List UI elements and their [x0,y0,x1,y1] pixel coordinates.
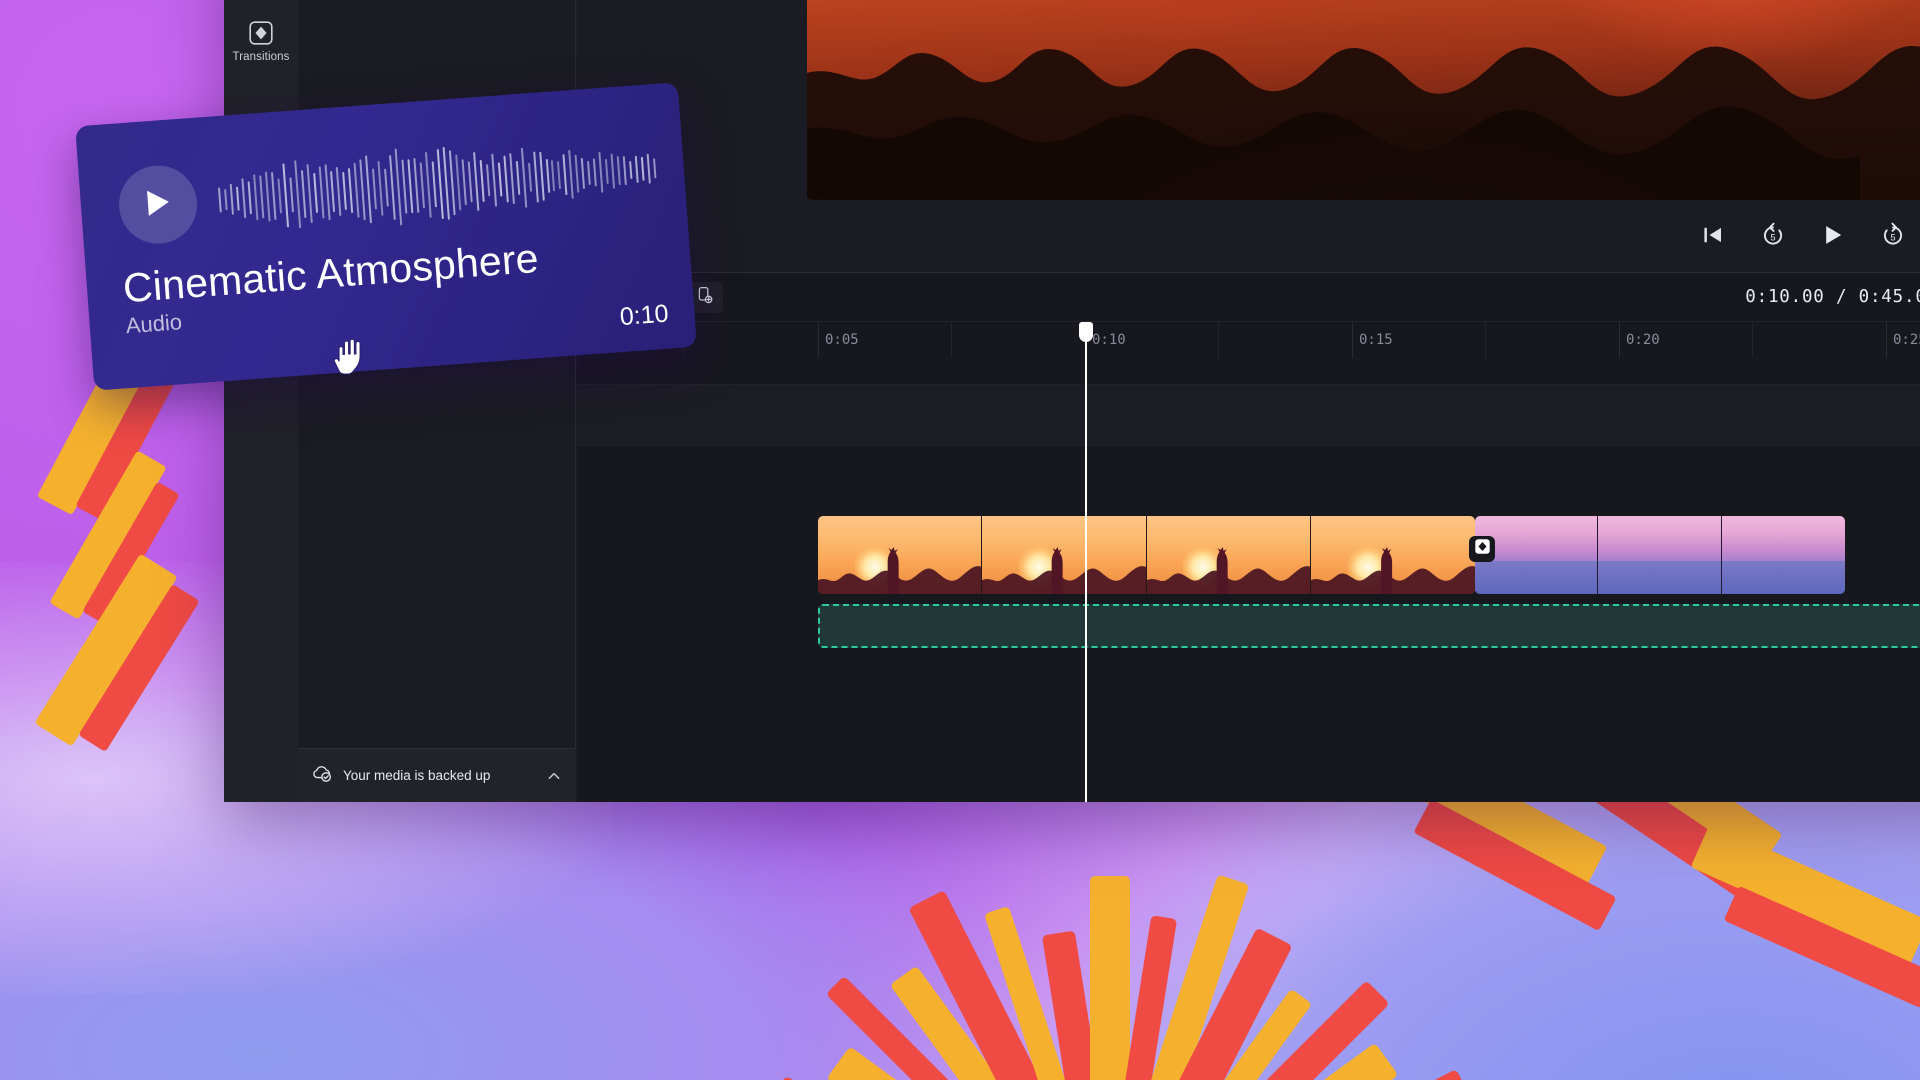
preview-vignette [807,0,1920,200]
forward-5-button[interactable]: 5 [1876,218,1910,252]
ruler-label-2: 0:15 [1359,332,1393,348]
play-icon [143,186,173,223]
playhead-handle[interactable] [1079,322,1093,342]
audio-preview-play-button[interactable] [116,162,200,247]
audio-waveform [216,125,663,243]
preview-video[interactable] [807,0,1920,200]
transitions-icon [248,20,274,46]
transitions-icon [1474,538,1491,560]
timeline-tracks [577,358,1920,802]
ruler-label-1: 0:10 [1092,332,1126,348]
timecode-display: 0:10.00 / 0:45.00 [1745,287,1920,307]
skip-to-start-button[interactable] [1696,218,1730,252]
sidebar-item-label-transitions: Transitions [232,51,290,63]
sidebar-item-transitions[interactable]: Transitions [224,12,298,70]
backup-status-text: Your media is backed up [343,768,491,783]
skip-previous-icon [1702,225,1724,245]
timeline-ruler[interactable]: 0:05 0:10 0:15 0:20 0:25 0:30 [577,322,1920,358]
duplicate-icon [696,286,714,309]
play-button[interactable] [1816,218,1850,252]
ruler-label-3: 0:20 [1626,332,1660,348]
audio-drop-target[interactable] [818,604,1920,648]
audio-card-subtitle: Audio [124,309,183,339]
timeline: 0:10.00 / 0:45.00 0:05 0:10 0:15 0:20 0:… [577,272,1920,802]
rewind-5-button[interactable]: 5 [1756,218,1790,252]
cloud-check-icon [312,765,332,787]
chevron-up-icon[interactable] [546,768,562,784]
timeline-track-empty[interactable] [577,384,1920,446]
decorative-ray [1090,876,1130,1080]
clip-sunset-giraffe[interactable] [818,516,1475,594]
clip-purple-ocean[interactable] [1475,516,1845,594]
ruler-label-0: 0:05 [825,332,859,348]
transition-marker-button[interactable] [1469,536,1495,562]
svg-text:5: 5 [1890,231,1895,242]
play-icon [1821,223,1845,247]
media-backup-status-bar: Your media is backed up [298,748,576,802]
grabbing-hand-cursor [328,322,388,386]
svg-text:5: 5 [1770,231,1775,242]
playback-controls: 5 5 [1696,218,1920,252]
audio-card-duration: 0:10 [618,299,670,332]
timeline-toolbar: 0:10.00 / 0:45.00 [577,272,1920,322]
audio-card-header [116,122,663,253]
preview-stage: 5 5 [577,0,1920,307]
playhead[interactable] [1079,322,1093,802]
ruler-label-4: 0:25 [1893,332,1920,348]
forward-5-icon: 5 [1880,222,1906,248]
rewind-5-icon: 5 [1760,222,1786,248]
preview-frame-image [807,0,1920,200]
